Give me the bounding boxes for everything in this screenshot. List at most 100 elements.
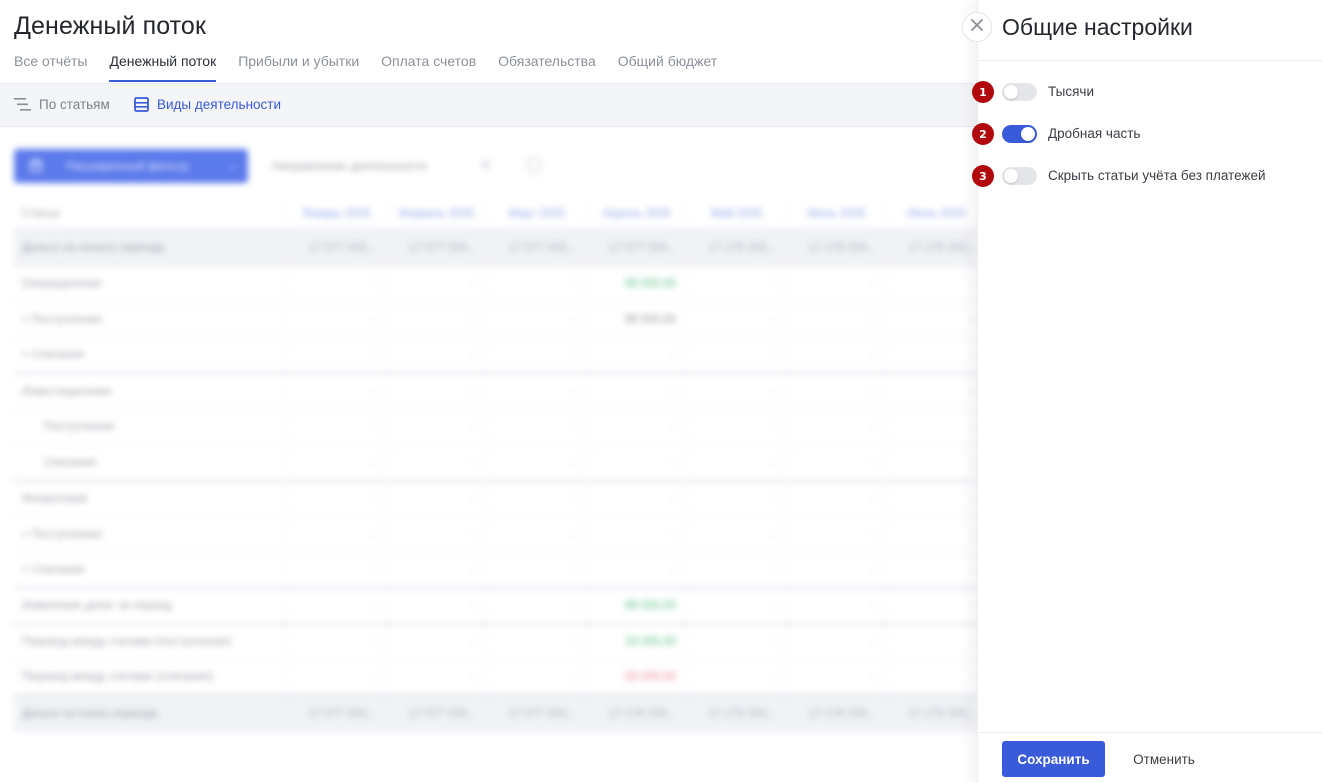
- view-switcher: По статьям Виды деятельности: [0, 84, 977, 127]
- table-cell: -: [386, 338, 486, 373]
- view-by-items[interactable]: По статьям: [14, 97, 110, 112]
- column-header-month[interactable]: Февраль 2025: [386, 198, 486, 229]
- close-panel-button[interactable]: [962, 12, 992, 42]
- row-label: Перевод между счетами (списание): [22, 671, 214, 684]
- step-badge: 2: [972, 123, 994, 145]
- table-cell: -: [786, 302, 886, 338]
- general-settings-panel: Общие настройки 1 Тысячи 2 Дробная часть…: [972, 0, 1323, 783]
- save-button[interactable]: Сохранить: [1002, 741, 1105, 777]
- fraction-toggle[interactable]: [1002, 125, 1037, 143]
- step-badge: 3: [972, 165, 994, 187]
- table-cell: -: [886, 409, 977, 445]
- column-header-month[interactable]: Апрель 2025: [586, 198, 686, 229]
- table-row[interactable]: Поступления - - - - - - -: [14, 409, 977, 446]
- view-by-activity-label: Виды деятельности: [157, 97, 282, 112]
- tab-profit-loss[interactable]: Прибыли и убытки: [238, 52, 359, 83]
- table-cell: 17 077 333...: [386, 696, 486, 732]
- table-row[interactable]: + Списания - - - - - - -: [14, 338, 977, 375]
- table-cell: -: [886, 338, 977, 373]
- advanced-filter-button[interactable]: Расширенный фильтр ›: [14, 149, 248, 183]
- table-cell: -: [286, 588, 386, 623]
- table-cell: -: [786, 409, 886, 445]
- table-cell: -: [686, 481, 786, 517]
- row-label: Поступления: [44, 421, 114, 434]
- cancel-button[interactable]: Отменить: [1118, 741, 1210, 777]
- table-row[interactable]: Списания - - - - - - -: [14, 445, 977, 482]
- table-cell: -: [286, 338, 386, 373]
- column-header-month[interactable]: Июль 2025: [886, 198, 977, 229]
- list-indent-icon: [14, 98, 31, 111]
- table-cell: -: [286, 266, 386, 302]
- table-row[interactable]: Деньги на начало периода 17 077 333... 17 …: [14, 231, 977, 267]
- table-cell: -: [686, 660, 786, 695]
- table-cell: -: [786, 445, 886, 480]
- table-row[interactable]: Изменение денег за период - - -99 000,00- - -: [14, 588, 977, 625]
- chevron-right-icon: ›: [231, 159, 236, 174]
- table-cell: 17 178 333...: [786, 231, 886, 266]
- tab-invoice-payment[interactable]: Оплата счетов: [381, 52, 476, 83]
- table-cell: -: [586, 374, 686, 409]
- tab-cash-flow[interactable]: Денежный поток: [109, 52, 216, 83]
- table-cell: 17 077 333...: [586, 231, 686, 266]
- column-header-month[interactable]: Май 2025: [686, 198, 786, 229]
- view-by-activity[interactable]: Виды деятельности: [134, 97, 281, 112]
- column-header-month[interactable]: Январь 2025: [286, 198, 386, 229]
- table-cell: -: [886, 302, 977, 338]
- table-cell: -: [286, 445, 386, 480]
- table-cell: 17 077 333...: [486, 696, 586, 732]
- table-cell: -: [686, 553, 786, 587]
- table-row[interactable]: Перевод между счетами (списание) - - - -33 0…: [14, 660, 977, 697]
- table-cell: 99 000,00: [586, 266, 686, 302]
- table-cell: -: [486, 660, 586, 695]
- direction-select[interactable]: Направление деятельности: [272, 159, 427, 173]
- tab-liabilities[interactable]: Обязательства: [498, 52, 596, 83]
- table-cell: -: [886, 445, 977, 480]
- table-cell: -: [486, 481, 586, 517]
- table-row[interactable]: + Поступления - - -99 000,00- - -: [14, 302, 977, 339]
- step-badge: 1: [972, 81, 994, 103]
- table-row[interactable]: + Поступления - - - - - - -: [14, 517, 977, 554]
- table-cell: -: [286, 302, 386, 338]
- table-cell: 99 000,00: [586, 588, 686, 623]
- tab-all-reports[interactable]: Все отчёты: [14, 52, 87, 83]
- row-label: + Поступления: [22, 528, 102, 541]
- table-cell: -: [486, 374, 586, 409]
- table-cell: 17 077 333...: [286, 696, 386, 732]
- table-cell: -: [886, 624, 977, 660]
- table-cell: -: [586, 445, 686, 480]
- table-cell: -: [486, 266, 586, 302]
- thousands-toggle[interactable]: [1002, 83, 1037, 101]
- setting-hide-empty: 3 Скрыть статьи учёта без платежей: [972, 165, 1323, 187]
- table-row[interactable]: Инвестиционная - - - - - - -: [14, 374, 977, 410]
- plus-icon[interactable]: +: [479, 152, 492, 178]
- table-cell: -: [686, 624, 786, 660]
- table-icon: [134, 97, 149, 112]
- column-header-month[interactable]: Март 2025: [486, 198, 586, 229]
- table-cell: -: [786, 660, 886, 695]
- table-cell: -: [386, 266, 486, 302]
- hide-empty-toggle[interactable]: [1002, 167, 1037, 185]
- column-header-month[interactable]: Июнь 2025: [786, 198, 886, 229]
- advanced-filter-label: Расширенный фильтр: [66, 159, 189, 173]
- table-row[interactable]: Деньги на конец периода 17 077 333... 17 0…: [14, 696, 977, 733]
- tab-total-budget[interactable]: Общий бюджет: [618, 52, 717, 83]
- table-cell: 17 178 333...: [886, 231, 977, 266]
- table-row[interactable]: + Списания - - - - - - -: [14, 553, 977, 589]
- column-header-items[interactable]: Статьи: [22, 198, 284, 229]
- document-icon[interactable]: [528, 158, 540, 173]
- table-cell: -: [686, 302, 786, 338]
- table-row[interactable]: Финансовая - - - - - - -: [14, 481, 977, 518]
- table-cell: -: [686, 409, 786, 445]
- row-label: Финансовая: [22, 492, 88, 505]
- table-row[interactable]: Перевод между счетами (поступление) - - -33…: [14, 624, 977, 661]
- table-cell: -: [286, 409, 386, 445]
- row-label: Изменение денег за период: [22, 599, 172, 612]
- panel-title: Общие настройки: [1002, 14, 1193, 40]
- table-cell: -: [786, 374, 886, 409]
- table-cell: -: [286, 624, 386, 660]
- table-cell: -: [486, 553, 586, 587]
- table-cell: -: [686, 338, 786, 373]
- table-cell: -: [886, 374, 977, 409]
- panel-header-divider: [978, 60, 1323, 61]
- table-row[interactable]: Операционная - - -99 000,00- - -: [14, 266, 977, 303]
